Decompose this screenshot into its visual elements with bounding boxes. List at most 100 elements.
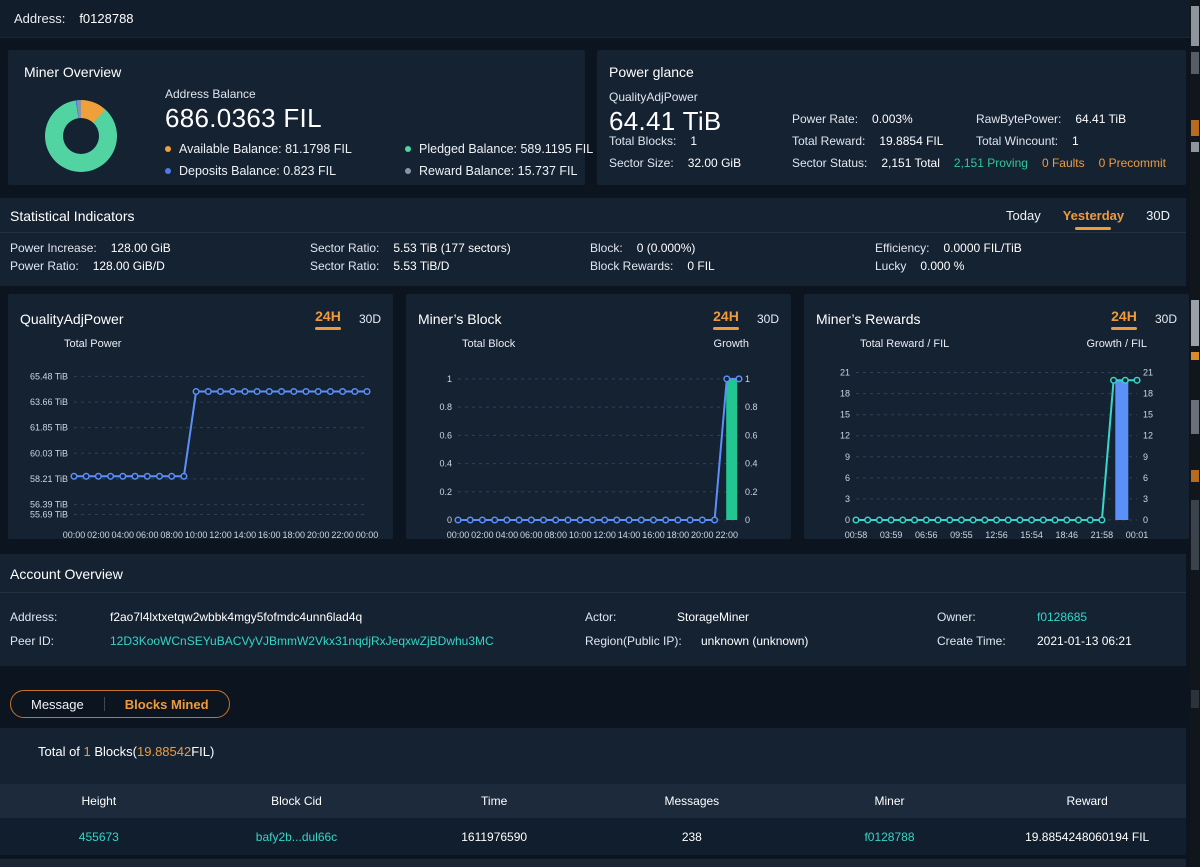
tab-30d[interactable]: 30D [1155, 312, 1177, 326]
svg-text:65.48 TiB: 65.48 TiB [30, 371, 68, 381]
right-axis-label: Growth [713, 338, 749, 350]
divider [0, 232, 1186, 233]
svg-text:21: 21 [1143, 368, 1153, 378]
peer-id-link[interactable]: 12D3KooWCnSEYuBACVyVJBmmW2Vkx31nqdjRxJeq… [110, 634, 494, 648]
total-wincount-row: Total Wincount: 1 [976, 134, 1079, 148]
left-axis-label: Total Power [64, 338, 122, 350]
account-overview-card: Account Overview Address: f2ao7l4lxtxetq… [0, 554, 1186, 666]
block-cid-link[interactable]: bafy2b...dul66c [198, 830, 396, 844]
svg-text:18:00: 18:00 [667, 530, 690, 540]
svg-text:00:00: 00:00 [447, 530, 470, 540]
stats-period-tabs: Today Yesterday 30D [1006, 208, 1170, 230]
miner-link[interactable]: f0128788 [791, 830, 989, 844]
height-link[interactable]: 455673 [0, 830, 198, 844]
available-dot-icon [165, 146, 171, 152]
chart-canvas[interactable]: 21 21 18 18 15 15 12 12 9 9 6 6 3 3 0 0 00:58 03:59 06:56 0… [816, 354, 1177, 546]
tab-30d[interactable]: 30D [359, 312, 381, 326]
svg-text:00:01: 00:01 [1126, 530, 1149, 540]
tab-24h[interactable]: 24H [713, 308, 739, 330]
svg-text:04:00: 04:00 [112, 530, 135, 540]
svg-text:00:00: 00:00 [356, 530, 379, 540]
svg-text:0.6: 0.6 [439, 430, 452, 440]
power-glance-title: Power glance [609, 64, 694, 80]
svg-text:6: 6 [1143, 473, 1148, 483]
address-value: f0128788 [79, 11, 134, 26]
chart-title: QualityAdjPower [20, 311, 124, 327]
svg-text:0.6: 0.6 [745, 430, 758, 440]
account-address-row: Address: f2ao7l4lxtxetqw2wbbk4mgy5fofmdc… [10, 610, 363, 624]
blocks-summary: Total of 1 Blocks(19.88542FIL) [38, 744, 215, 759]
tab-24h[interactable]: 24H [1111, 308, 1137, 330]
svg-text:0: 0 [745, 515, 750, 525]
miners-rewards-chart-card: Miner’s Rewards 24H 30D Total Reward / F… [804, 294, 1189, 540]
col-reward: Reward [1066, 794, 1108, 808]
blocks-table: Height Block Cid Time Messages Miner Rew… [0, 784, 1186, 855]
sector-ratio-row: Sector Ratio: 5.53 TiB (177 sectors) [310, 241, 511, 255]
legend-item: Available Balance: 81.1798 FIL [165, 138, 352, 160]
svg-text:14:00: 14:00 [234, 530, 257, 540]
tab-today[interactable]: Today [1006, 208, 1041, 230]
sector-size-row: Sector Size: 32.00 GiB [609, 156, 742, 170]
tab-yesterday[interactable]: Yesterday [1063, 208, 1124, 230]
total-blocks-row: Total Blocks: 1 [609, 134, 698, 148]
svg-text:0: 0 [845, 515, 850, 525]
owner-row: Owner: f0128685 [937, 610, 1088, 624]
svg-text:22:00: 22:00 [331, 530, 354, 540]
owner-link[interactable]: f0128685 [1037, 610, 1087, 624]
lucky-row: Lucky 0.000 % [875, 259, 965, 273]
tab-30d[interactable]: 30D [757, 312, 779, 326]
svg-text:06:00: 06:00 [136, 530, 159, 540]
balance-donut-chart[interactable] [45, 100, 117, 172]
table-header-row: Height Block Cid Time Messages Miner Rew… [0, 784, 1186, 818]
deposits-dot-icon [165, 168, 171, 174]
svg-text:18: 18 [1143, 389, 1153, 399]
overview-row: Miner Overview Address Balance 686.0363 … [8, 50, 1186, 185]
svg-text:22:00: 22:00 [716, 530, 739, 540]
svg-text:20:00: 20:00 [307, 530, 330, 540]
tab-30d[interactable]: 30D [1146, 208, 1170, 230]
svg-text:12:00: 12:00 [209, 530, 232, 540]
svg-text:3: 3 [1143, 494, 1148, 504]
time-cell: 1611976590 [461, 829, 528, 844]
svg-text:0.8: 0.8 [439, 402, 452, 412]
svg-text:1: 1 [447, 374, 452, 384]
balance-value: 686.0363 FIL [165, 103, 322, 133]
svg-text:00:58: 00:58 [845, 530, 868, 540]
svg-text:0.8: 0.8 [745, 402, 758, 412]
svg-text:21: 21 [840, 368, 850, 378]
svg-text:03:59: 03:59 [880, 530, 903, 540]
precommit-count: 0 Precommit [1098, 156, 1166, 170]
miner-overview-title: Miner Overview [24, 64, 122, 80]
qap-value: 64.41 TiB [609, 106, 722, 136]
col-height: Height [81, 794, 117, 808]
total-reward-row: Total Reward: 19.8854 FIL [792, 134, 944, 148]
svg-text:10:00: 10:00 [569, 530, 592, 540]
reward-cell: 19.8854248060194 FIL [1025, 829, 1150, 844]
power-increase-row: Power Increase: 128.00 GiB [10, 241, 171, 255]
tab-24h[interactable]: 24H [315, 308, 341, 330]
account-address-value: f2ao7l4lxtxetqw2wbbk4mgy5fofmdc4unn6lad4… [110, 610, 363, 624]
svg-text:21:58: 21:58 [1091, 530, 1114, 540]
col-block-cid: Block Cid [271, 794, 322, 808]
legend-item: Reward Balance: 15.737 FIL [405, 160, 593, 182]
svg-text:60.03 TiB: 60.03 TiB [30, 448, 68, 458]
chart-period-tabs: 24H 30D [1111, 308, 1177, 330]
tab-message[interactable]: Message [11, 697, 104, 712]
svg-text:18: 18 [840, 389, 850, 399]
svg-text:15: 15 [840, 410, 850, 420]
qap-label: QualityAdjPower [609, 90, 698, 104]
chart-canvas[interactable]: 1 1 0.8 0.8 0.6 0.6 0.4 0.4 0.2 0.2 0 0 00:00 02:00 04… [418, 354, 779, 546]
minimap-scrollbar[interactable] [1190, 0, 1200, 867]
svg-text:02:00: 02:00 [471, 530, 494, 540]
tab-blocks-mined[interactable]: Blocks Mined [105, 697, 229, 712]
svg-text:14:00: 14:00 [618, 530, 641, 540]
svg-text:06:00: 06:00 [520, 530, 543, 540]
reward-dot-icon [405, 168, 411, 174]
statistical-indicators-card: Statistical Indicators Today Yesterday 3… [0, 198, 1186, 286]
top-address-bar: Address: f0128788 [0, 0, 1200, 38]
svg-text:0: 0 [447, 515, 452, 525]
table-row: 455673 bafy2b...dul66c 1611976590 238 f0… [0, 818, 1186, 855]
svg-text:20:00: 20:00 [691, 530, 714, 540]
chart-canvas[interactable]: 65.48 TiB 63.66 TiB 61.85 TiB 60.03 TiB 58.2… [20, 354, 381, 546]
svg-text:08:00: 08:00 [160, 530, 183, 540]
